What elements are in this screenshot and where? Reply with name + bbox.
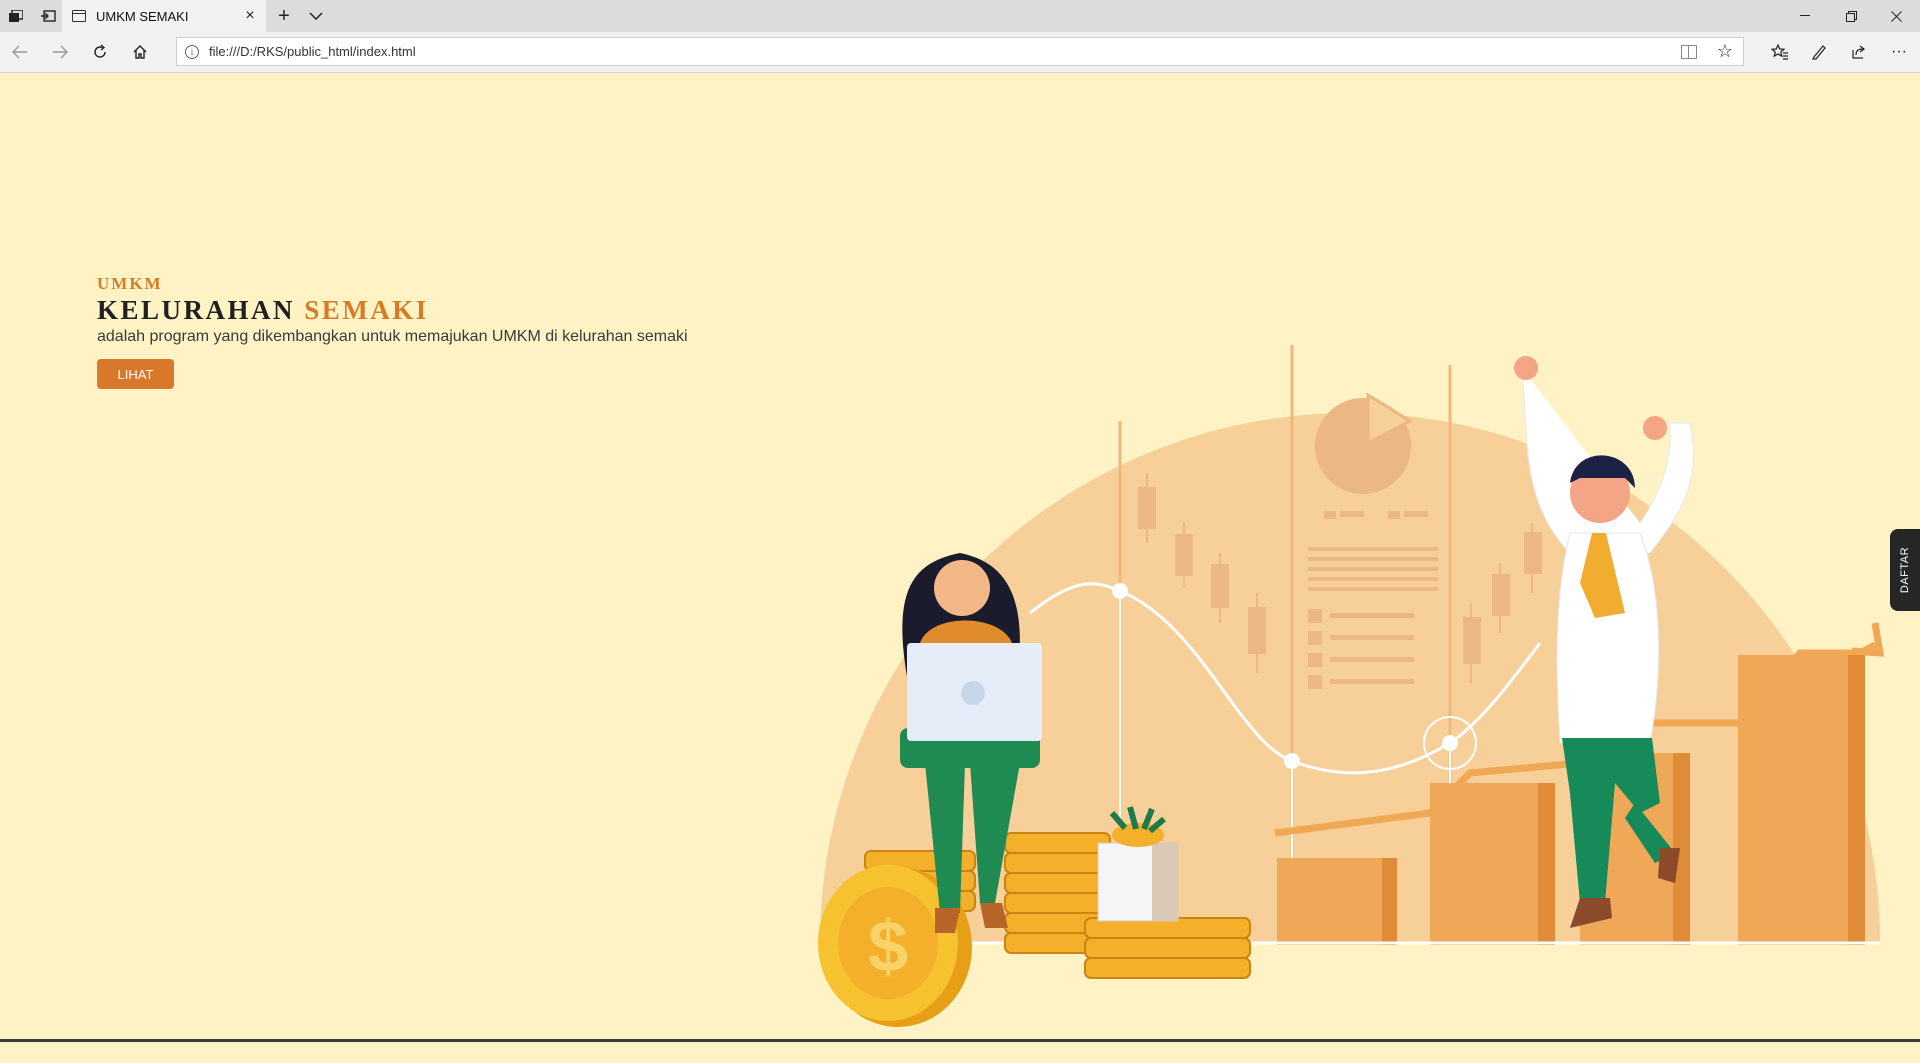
address-url[interactable]: file:///D:/RKS/public_html/index.html bbox=[209, 44, 1681, 59]
hero-illustration: $ bbox=[818, 345, 1885, 1027]
forward-icon[interactable] bbox=[48, 40, 72, 64]
set-aside-icon[interactable] bbox=[38, 6, 58, 26]
page-icon bbox=[72, 10, 86, 22]
star-icon[interactable]: ☆ bbox=[1717, 41, 1733, 62]
restore-icon[interactable] bbox=[1831, 0, 1871, 32]
hero-title: KELURAHAN SEMAKI bbox=[97, 295, 688, 325]
reading-view-icon[interactable] bbox=[1680, 44, 1697, 59]
hero-title-part1: KELURAHAN bbox=[97, 295, 296, 325]
close-icon[interactable]: × bbox=[242, 7, 258, 24]
daftar-label: DAFTAR bbox=[1899, 546, 1911, 594]
favorites-icon[interactable] bbox=[1768, 40, 1792, 64]
daftar-side-tab[interactable]: DAFTAR bbox=[1890, 529, 1920, 611]
address-bar[interactable]: i file:///D:/RKS/public_html/index.html … bbox=[176, 37, 1744, 66]
minimize-icon[interactable] bbox=[1785, 0, 1825, 32]
more-icon[interactable]: ··· bbox=[1887, 40, 1911, 64]
title-bar: UMKM SEMAKI × + bbox=[0, 0, 1920, 32]
chevron-down-icon[interactable] bbox=[304, 4, 328, 28]
home-icon[interactable] bbox=[128, 40, 152, 64]
hero-description: adalah program yang dikembangkan untuk m… bbox=[97, 328, 688, 345]
hero-title-part2: SEMAKI bbox=[304, 295, 429, 325]
lihat-button[interactable]: LIHAT bbox=[97, 359, 174, 389]
tab-umkm-semaki[interactable]: UMKM SEMAKI × bbox=[62, 0, 266, 32]
refresh-icon[interactable] bbox=[88, 40, 112, 64]
hero-brand: UMKM bbox=[97, 274, 163, 293]
share-icon[interactable] bbox=[1847, 40, 1871, 64]
svg-text:$: $ bbox=[868, 907, 908, 987]
hero-section: UMKM KELURAHAN SEMAKI adalah program yan… bbox=[97, 275, 688, 389]
browser-toolbar: i file:///D:/RKS/public_html/index.html … bbox=[0, 32, 1920, 73]
tab-title: UMKM SEMAKI bbox=[96, 8, 189, 24]
plus-icon[interactable]: + bbox=[272, 4, 296, 28]
page: UMKM KELURAHAN SEMAKI adalah program yan… bbox=[0, 73, 1920, 1040]
pen-icon[interactable] bbox=[1807, 40, 1831, 64]
window-close-icon[interactable] bbox=[1876, 0, 1916, 32]
info-icon[interactable]: i bbox=[185, 44, 199, 59]
tab-actions-icon[interactable] bbox=[6, 6, 26, 26]
back-icon[interactable] bbox=[8, 40, 32, 64]
